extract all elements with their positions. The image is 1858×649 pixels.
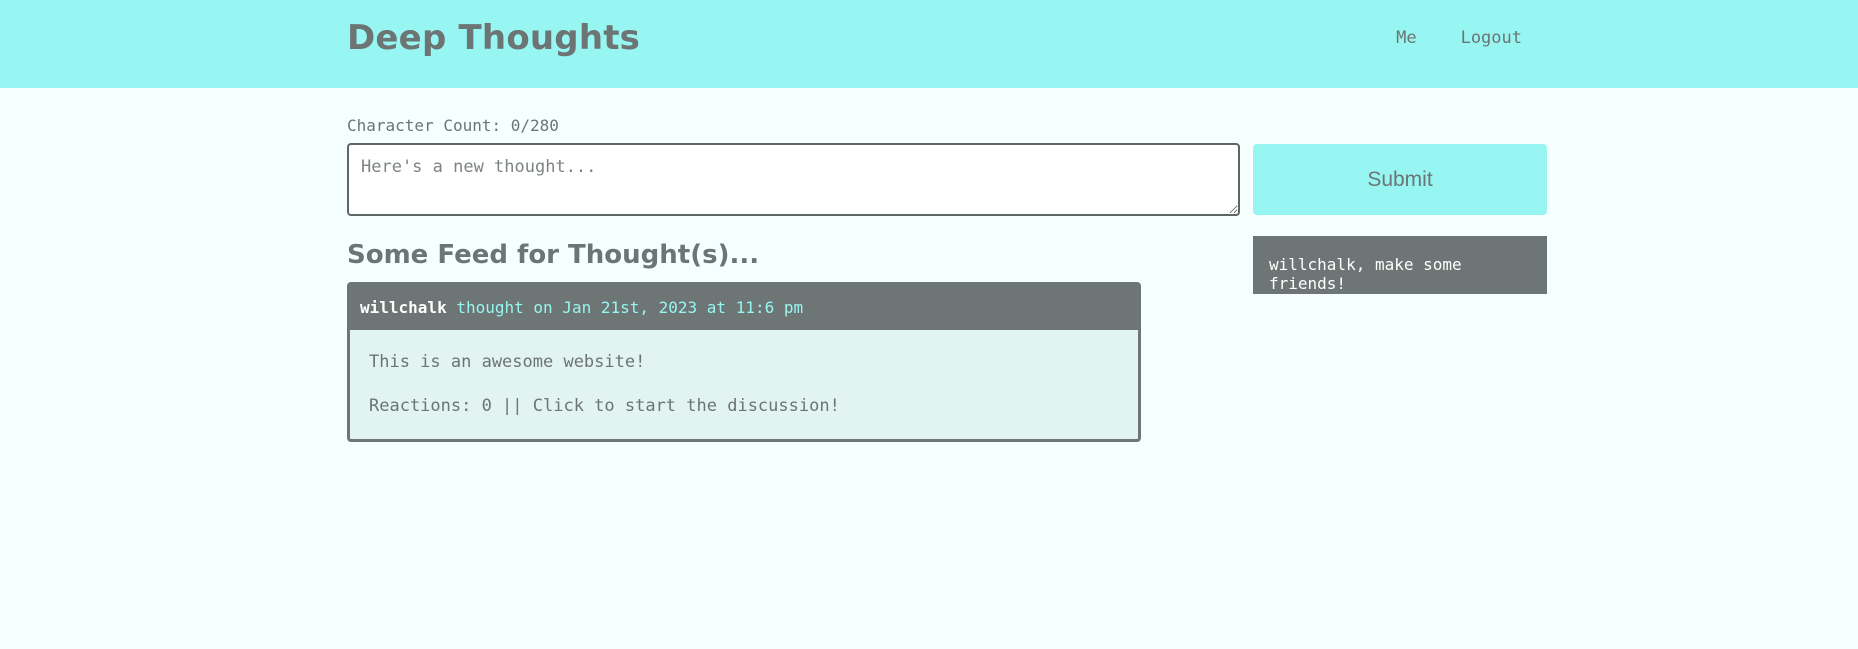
friends-message-box: willchalk, make some friends! (1253, 236, 1547, 294)
friends-message: willchalk, make some friends! (1269, 255, 1462, 293)
thought-date: thought on Jan 21st, 2023 at 11:6 pm (456, 298, 804, 317)
nav-me-link[interactable]: Me (1396, 28, 1416, 48)
submit-button[interactable]: Submit (1253, 144, 1547, 215)
character-count: Character Count: 0/280 (347, 116, 559, 135)
site-title-link[interactable]: Deep Thoughts (347, 18, 640, 58)
thought-input[interactable] (347, 143, 1240, 216)
thought-text: This is an awesome website! (369, 352, 646, 372)
thought-card: willchalk thought on Jan 21st, 2023 at 1… (347, 282, 1141, 442)
thought-card-body[interactable]: This is an awesome website! Reactions: 0… (350, 330, 1138, 416)
thought-card-header: willchalk thought on Jan 21st, 2023 at 1… (350, 285, 1138, 330)
thought-reactions-link[interactable]: Reactions: 0 || Click to start the discu… (369, 396, 1138, 416)
site-header: Deep Thoughts Me Logout (0, 0, 1858, 88)
nav-logout-link[interactable]: Logout (1461, 28, 1522, 48)
main-nav: Me Logout (1396, 28, 1522, 48)
feed-title: Some Feed for Thought(s)... (347, 240, 760, 270)
thought-username-link[interactable]: willchalk (360, 298, 447, 317)
